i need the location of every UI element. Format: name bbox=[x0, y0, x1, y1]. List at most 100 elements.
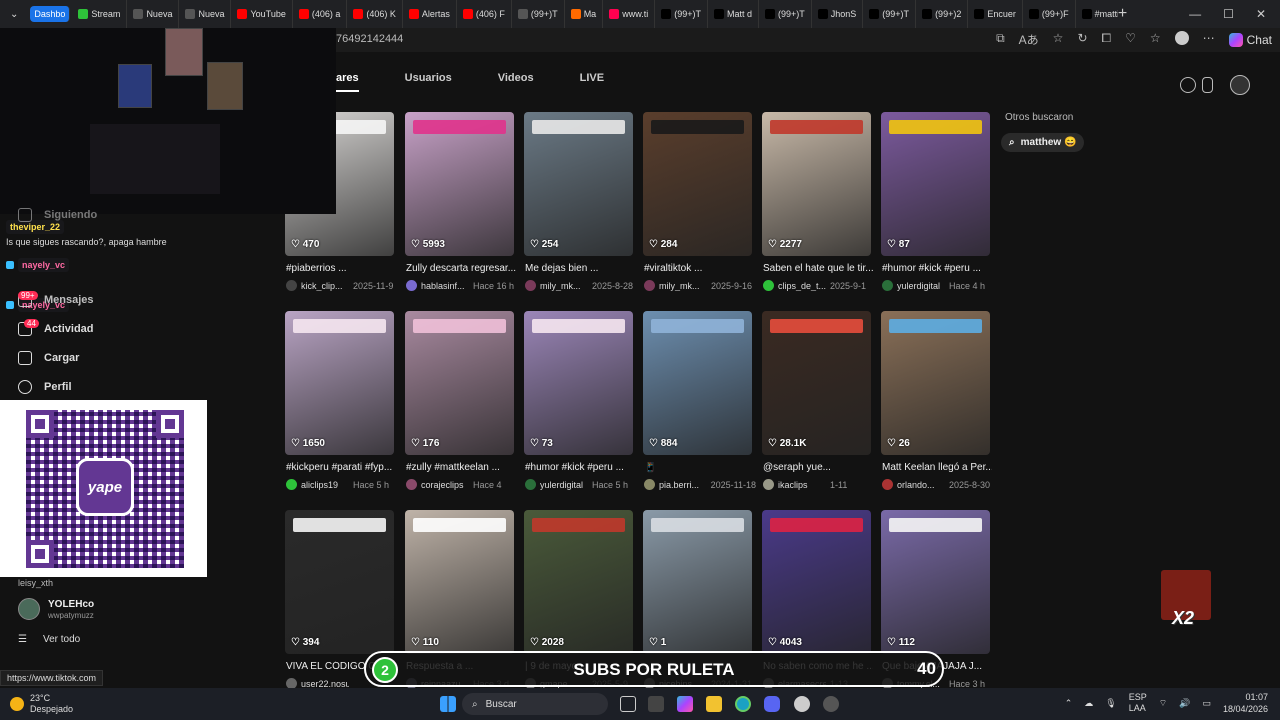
author-avatar[interactable] bbox=[406, 280, 417, 291]
author-avatar[interactable] bbox=[882, 280, 893, 291]
browser-tab[interactable]: YouTube bbox=[231, 0, 293, 28]
video-title[interactable]: #humor #kick #peru ... bbox=[525, 462, 635, 473]
author-username[interactable]: corajeclips bbox=[421, 480, 469, 490]
author-avatar[interactable] bbox=[525, 280, 536, 291]
app-icon[interactable] bbox=[823, 696, 839, 712]
author-avatar[interactable] bbox=[882, 479, 893, 490]
tab-top[interactable]: ares bbox=[336, 72, 359, 92]
browser-tab[interactable]: (99+)T bbox=[512, 0, 565, 28]
video-thumbnail[interactable]: ♡ 176 bbox=[405, 311, 514, 455]
author-username[interactable]: kick_clip... bbox=[301, 281, 349, 291]
task-view-icon[interactable] bbox=[620, 696, 636, 712]
author-username[interactable]: mily_mk... bbox=[659, 281, 707, 291]
video-thumbnail[interactable]: ♡ 110 bbox=[405, 510, 514, 654]
author-username[interactable]: yulerdigital bbox=[897, 281, 945, 291]
video-title[interactable]: Matt Keelan llegó a Per... bbox=[882, 462, 992, 473]
refresh-icon[interactable]: ↻ bbox=[1077, 31, 1087, 48]
video-title[interactable]: Saben el hate que le tir... bbox=[763, 263, 873, 274]
volume-icon[interactable]: 🔊 bbox=[1179, 698, 1190, 709]
browser-tab[interactable]: Nueva bbox=[127, 0, 180, 28]
minimize-button[interactable]: — bbox=[1189, 7, 1201, 21]
browser-tab[interactable]: JhonS bbox=[812, 0, 864, 28]
author-username[interactable]: clips_de_t... bbox=[778, 281, 826, 291]
browser-tab[interactable]: Alertas bbox=[403, 0, 457, 28]
video-thumbnail[interactable]: ♡ 112 bbox=[881, 510, 990, 654]
author-username[interactable]: pia.berri... bbox=[659, 480, 707, 490]
browser-tab[interactable]: www.ti bbox=[603, 0, 656, 28]
extensions-icon[interactable]: ⧠ bbox=[1102, 31, 1112, 48]
author-username[interactable]: user22.nosup... bbox=[301, 679, 349, 689]
tab-live[interactable]: LIVE bbox=[580, 72, 604, 92]
sidebar-item-following[interactable]: Siguiendo bbox=[18, 208, 97, 222]
new-tab-button[interactable]: + bbox=[1118, 5, 1127, 23]
sidebar-item-profile[interactable]: Perfil bbox=[18, 380, 72, 394]
browser-tab[interactable]: Stream bbox=[72, 0, 128, 28]
weather-widget[interactable]: 23°C Despejado bbox=[10, 693, 73, 715]
file-explorer-icon[interactable] bbox=[706, 696, 722, 712]
translate-icon[interactable]: Aあ bbox=[1019, 31, 1039, 48]
user-avatar[interactable] bbox=[1230, 75, 1250, 95]
more-menu-icon[interactable]: ⋯ bbox=[1203, 31, 1215, 48]
video-title[interactable]: #zully #mattkeelan ... bbox=[406, 462, 516, 473]
author-avatar[interactable] bbox=[286, 479, 297, 490]
maximize-button[interactable]: ☐ bbox=[1223, 7, 1234, 21]
others-searched-chip[interactable]: ⌕ matthew 😄 bbox=[1001, 133, 1085, 152]
tab-videos[interactable]: Videos bbox=[498, 72, 534, 92]
close-button[interactable]: ✕ bbox=[1256, 7, 1266, 21]
video-title[interactable]: Me dejas bien ... bbox=[525, 263, 635, 274]
wifi-icon[interactable]: ⌔ bbox=[1159, 698, 1167, 709]
following-account[interactable]: leisy_xth bbox=[18, 578, 53, 588]
copilot-chat-button[interactable]: Chat bbox=[1228, 31, 1272, 48]
video-title[interactable]: #piaberrios ... bbox=[286, 263, 396, 274]
video-thumbnail[interactable]: ♡ 394 bbox=[285, 510, 394, 654]
taskbar-search[interactable]: ⌕ Buscar bbox=[462, 693, 608, 715]
browser-essentials-icon[interactable]: ♡ bbox=[1125, 31, 1136, 48]
onedrive-icon[interactable]: ☁ bbox=[1084, 698, 1093, 709]
collections-icon[interactable]: ☆ bbox=[1150, 31, 1161, 48]
browser-tab[interactable]: (406) F bbox=[457, 0, 512, 28]
store-icon[interactable] bbox=[648, 696, 664, 712]
author-avatar[interactable] bbox=[286, 280, 297, 291]
video-title[interactable]: Zully descarta regresar... bbox=[406, 263, 516, 274]
browser-tab[interactable]: Dashbo bbox=[30, 6, 71, 22]
video-thumbnail[interactable]: ♡ 73 bbox=[524, 311, 633, 455]
url-text[interactable]: 76492142444 bbox=[336, 33, 403, 45]
browser-tab[interactable]: Ma bbox=[565, 0, 604, 28]
video-title[interactable]: #kickperu #parati #fyp... bbox=[286, 462, 396, 473]
author-avatar[interactable] bbox=[406, 479, 417, 490]
favorite-icon[interactable]: ☆ bbox=[1053, 31, 1064, 48]
author-username[interactable]: aliclips19 bbox=[301, 480, 349, 490]
mic-icon[interactable]: 🎙 bbox=[1105, 698, 1116, 709]
author-avatar[interactable] bbox=[525, 479, 536, 490]
video-title[interactable]: #viraltiktok ... bbox=[644, 263, 754, 274]
video-thumbnail[interactable]: ♡ 2028 bbox=[524, 510, 633, 654]
coins-icon[interactable] bbox=[1180, 77, 1196, 93]
see-all-link[interactable]: ☰ Ver todo bbox=[18, 634, 80, 645]
author-avatar[interactable] bbox=[644, 280, 655, 291]
browser-tab[interactable]: (99+)T bbox=[759, 0, 812, 28]
browser-tab[interactable]: (406) a bbox=[293, 0, 348, 28]
author-avatar[interactable] bbox=[763, 280, 774, 291]
browser-tab[interactable]: Encuer bbox=[968, 0, 1023, 28]
sidebar-item-upload[interactable]: Cargar bbox=[18, 351, 79, 365]
author-username[interactable]: mily_mk... bbox=[540, 281, 588, 291]
browser-tab[interactable]: (99+)T bbox=[655, 0, 708, 28]
author-username[interactable]: ikaclips bbox=[778, 480, 826, 490]
profile-avatar-icon[interactable] bbox=[1174, 31, 1189, 45]
browser-tab[interactable]: (99+)2 bbox=[916, 0, 969, 28]
video-thumbnail[interactable]: ♡ 5993 bbox=[405, 112, 514, 256]
video-thumbnail[interactable]: ♡ 1 bbox=[643, 510, 752, 654]
show-hidden-icons[interactable]: ⌃ bbox=[1065, 698, 1073, 709]
video-title[interactable]: @seraph yue... bbox=[763, 462, 873, 473]
edge-icon[interactable] bbox=[735, 696, 751, 712]
browser-tab[interactable]: Nueva bbox=[179, 0, 232, 28]
video-thumbnail[interactable]: ♡ 2277 bbox=[762, 112, 871, 256]
author-avatar[interactable] bbox=[644, 479, 655, 490]
video-thumbnail[interactable]: ♡ 26 bbox=[881, 311, 990, 455]
video-thumbnail[interactable]: ♡ 28.1K bbox=[762, 311, 871, 455]
video-title[interactable]: 📱 bbox=[644, 462, 754, 473]
video-thumbnail[interactable]: ♡ 87 bbox=[881, 112, 990, 256]
following-account[interactable]: YOLEHco wwpatymuzz bbox=[18, 598, 94, 620]
author-avatar[interactable] bbox=[763, 479, 774, 490]
xbox-icon[interactable] bbox=[794, 696, 810, 712]
